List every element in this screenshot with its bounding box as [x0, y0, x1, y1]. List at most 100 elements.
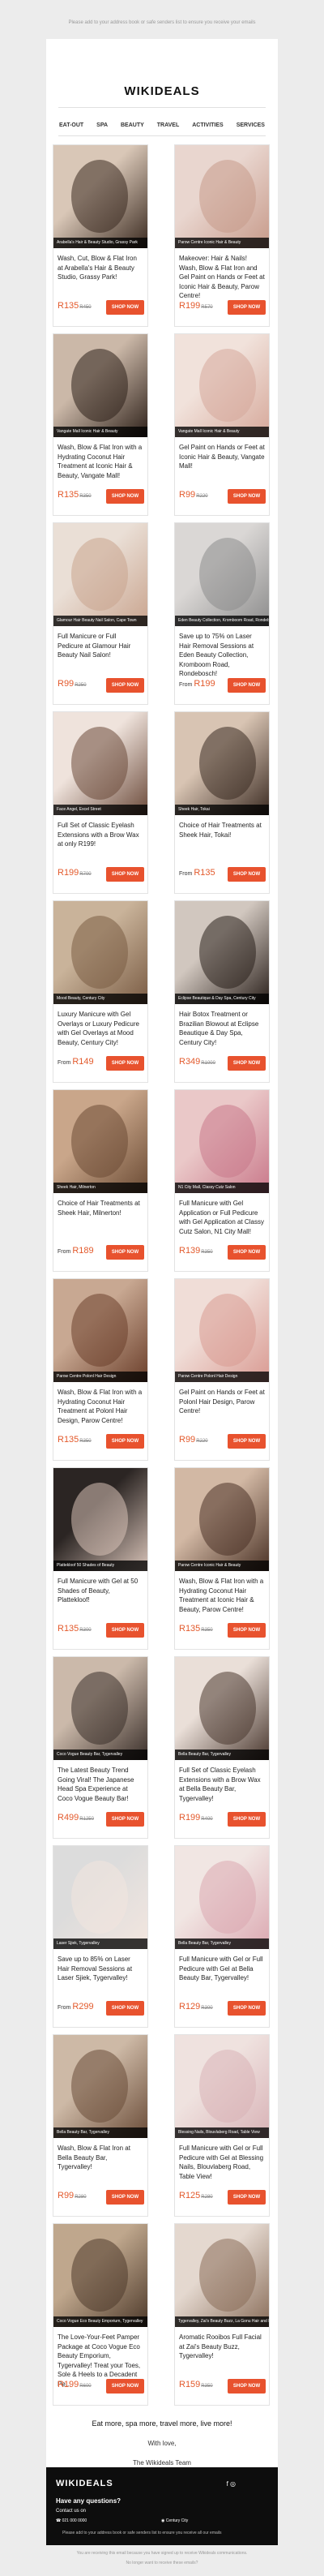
deal-title[interactable]: Wash, Blow & Flat Iron at Bella Beauty B…: [58, 2144, 143, 2172]
deal-card[interactable]: Bella Beauty Bar, Tygervalley Full Manicu…: [174, 1845, 270, 2028]
deal-title[interactable]: Wash, Blow & Flat Iron with a Hydrating …: [179, 1577, 265, 1614]
shop-now-button[interactable]: SHOP NOW: [106, 678, 144, 693]
deal-title[interactable]: The Latest Beauty Trend Going Viral! The…: [58, 1766, 143, 1803]
deal-image[interactable]: Mood Beauty, Century City: [53, 901, 147, 1004]
deal-image[interactable]: N1 City Mall, Classy Cutz Salon: [175, 1090, 269, 1193]
deal-card[interactable]: Vangate Mall Iconic Hair & Beauty Wash, B…: [53, 333, 148, 516]
deal-title[interactable]: Full Manicure with Gel or Full Pedicure …: [179, 2144, 265, 2181]
deal-image[interactable]: Coco Vogue Beauty Bar, Tygervalley: [53, 1657, 147, 1760]
deal-title[interactable]: Wash, Blow & Flat Iron with a Hydrating …: [58, 1388, 143, 1425]
deal-card[interactable]: Parow Centre Iconic Hair & Beauty Wash, B…: [174, 1467, 270, 1650]
nav-travel[interactable]: TRAVEL: [157, 122, 179, 128]
shop-now-button[interactable]: SHOP NOW: [228, 867, 266, 882]
deal-image[interactable]: Plattekloof 50 Shades of Beauty: [53, 1468, 147, 1571]
deal-title[interactable]: Luxury Manicure with Gel Overlays or Lux…: [58, 1010, 143, 1047]
shop-now-button[interactable]: SHOP NOW: [106, 1623, 144, 1638]
deal-card[interactable]: Blessing Nails, Blouvlaberg Road, Table …: [174, 2034, 270, 2217]
shop-now-button[interactable]: SHOP NOW: [228, 678, 266, 693]
deal-card[interactable]: Eclipse Beautique & Day Spa, Century Cit…: [174, 900, 270, 1083]
deal-image[interactable]: Glamour Hair Beauty Nail Salon, Cape Tow…: [53, 523, 147, 626]
shop-now-button[interactable]: SHOP NOW: [228, 2001, 266, 2016]
nav-services[interactable]: SERVICES: [237, 122, 265, 128]
deal-card[interactable]: Parow Centre Polonl Hair Design Gel Paint…: [174, 1278, 270, 1461]
shop-now-button[interactable]: SHOP NOW: [228, 2379, 266, 2394]
deal-card[interactable]: Mood Beauty, Century City Luxury Manicure…: [53, 900, 148, 1083]
deal-title[interactable]: Aromatic Rooibos Full Facial at Zai's Be…: [179, 2333, 265, 2361]
deal-card[interactable]: Vangate Mall Iconic Hair & Beauty Gel Pai…: [174, 333, 270, 516]
deal-image[interactable]: Tygervalley, Zai's Beauty Buzz, La Gonu …: [175, 2224, 269, 2327]
deal-image[interactable]: Eden Beauty Collection, Kromboom Road, R…: [175, 523, 269, 626]
deal-image[interactable]: Parow Centre Polonl Hair Design: [175, 1279, 269, 1382]
deal-image[interactable]: Bella Beauty Bar, Tygervalley: [175, 1846, 269, 1949]
deal-title[interactable]: Full Set of Classic Eyelash Extensions w…: [58, 821, 143, 849]
shop-now-button[interactable]: SHOP NOW: [228, 489, 266, 504]
nav-spa[interactable]: SPA: [96, 122, 108, 128]
deal-image[interactable]: Arabella's Hair & Beauty Studio, Grassy …: [53, 145, 147, 248]
deal-title[interactable]: Full Manicure with Gel Application or Fu…: [179, 1199, 265, 1236]
deal-image[interactable]: Parow Centre Iconic Hair & Beauty: [175, 1468, 269, 1571]
deal-image[interactable]: Blessing Nails, Blouvlaberg Road, Table …: [175, 2035, 269, 2138]
deal-title[interactable]: Gel Paint on Hands or Feet at Polonl Hai…: [179, 1388, 265, 1416]
deal-card[interactable]: Tygervalley, Zai's Beauty Buzz, La Gonu …: [174, 2223, 270, 2406]
deal-title[interactable]: Full Manicure with Gel at 50 Shades of B…: [58, 1577, 143, 1605]
deal-title[interactable]: Full Set of Classic Eyelash Extensions w…: [179, 1766, 265, 1803]
deal-card[interactable]: Coco Vogue Eco Beauty Emporium, Tygerval…: [53, 2223, 148, 2406]
deal-image[interactable]: Parow Centre Polonl Hair Design: [53, 1279, 147, 1382]
deal-card[interactable]: Laser Sjiek, Tygervalley Save up to 85% o…: [53, 1845, 148, 2028]
shop-now-button[interactable]: SHOP NOW: [106, 1812, 144, 1827]
shop-now-button[interactable]: SHOP NOW: [228, 1623, 266, 1638]
deal-title[interactable]: Wash, Cut, Blow & Flat Iron at Arabella'…: [58, 254, 143, 282]
deal-image[interactable]: Bella Beauty Bar, Tygervalley: [175, 1657, 269, 1760]
deal-card[interactable]: Bella Beauty Bar, Tygervalley Wash, Blow …: [53, 2034, 148, 2217]
shop-now-button[interactable]: SHOP NOW: [106, 1434, 144, 1449]
footer-logo[interactable]: WIKIDEALS: [56, 2479, 113, 2488]
shop-now-button[interactable]: SHOP NOW: [106, 300, 144, 315]
deal-card[interactable]: N1 City Mall, Classy Cutz Salon Full Mani…: [174, 1089, 270, 1272]
deal-card[interactable]: Glamour Hair Beauty Nail Salon, Cape Tow…: [53, 522, 148, 705]
phone-number[interactable]: ☎ 021 000 0000: [56, 2518, 87, 2523]
shop-now-button[interactable]: SHOP NOW: [106, 1056, 144, 1071]
nav-eat-out[interactable]: EAT-OUT: [59, 122, 83, 128]
nav-beauty[interactable]: BEAUTY: [121, 122, 144, 128]
wikideals-logo[interactable]: WIKIDEALS: [46, 84, 278, 98]
deal-card[interactable]: Sheek Hair, Milnerton Choice of Hair Trea…: [53, 1089, 148, 1272]
deal-title[interactable]: Choice of Hair Treatments at Sheek Hair,…: [179, 821, 265, 839]
deal-title[interactable]: Full Manicure with Gel or Full Pedicure …: [179, 1955, 265, 1983]
deal-card[interactable]: Eden Beauty Collection, Kromboom Road, R…: [174, 522, 270, 705]
deal-title[interactable]: Wash, Blow & Flat Iron with a Hydrating …: [58, 443, 143, 480]
deal-card[interactable]: Parow Centre Iconic Hair & Beauty Makeove…: [174, 144, 270, 327]
deal-image[interactable]: Face Angel, Excel Street: [53, 712, 147, 815]
deal-image[interactable]: Coco Vogue Eco Beauty Emporium, Tygerval…: [53, 2224, 147, 2327]
deal-card[interactable]: Coco Vogue Beauty Bar, Tygervalley The La…: [53, 1656, 148, 1839]
shop-now-button[interactable]: SHOP NOW: [228, 1812, 266, 1827]
deal-card[interactable]: Arabella's Hair & Beauty Studio, Grassy …: [53, 144, 148, 327]
shop-now-button[interactable]: SHOP NOW: [106, 489, 144, 504]
deal-card[interactable]: Parow Centre Polonl Hair Design Wash, Blo…: [53, 1278, 148, 1461]
shop-now-button[interactable]: SHOP NOW: [228, 1434, 266, 1449]
deal-card[interactable]: Face Angel, Excel Street Full Set of Clas…: [53, 711, 148, 894]
deal-title[interactable]: Choice of Hair Treatments at Sheek Hair,…: [58, 1199, 143, 1217]
deal-title[interactable]: Gel Paint on Hands or Feet at Iconic Hai…: [179, 443, 265, 471]
shop-now-button[interactable]: SHOP NOW: [106, 2001, 144, 2016]
deal-image[interactable]: Laser Sjiek, Tygervalley: [53, 1846, 147, 1949]
deal-image[interactable]: Sheek Hair, Milnerton: [53, 1090, 147, 1193]
deal-image[interactable]: Bella Beauty Bar, Tygervalley: [53, 2035, 147, 2138]
deal-title[interactable]: Save up to 75% on Laser Hair Removal Ses…: [179, 632, 265, 679]
unsubscribe-link[interactable]: No longer want to receive these emails?: [0, 2561, 324, 2565]
deal-title[interactable]: Full Manicure or Full Pedicure at Glamou…: [58, 632, 143, 660]
deal-title[interactable]: Makeover: Hair & Nails! Wash, Blow & Fla…: [179, 254, 265, 301]
social-icons[interactable]: f ◎: [227, 2480, 236, 2488]
deal-image[interactable]: Eclipse Beautique & Day Spa, Century Cit…: [175, 901, 269, 1004]
deal-title[interactable]: Hair Botox Treatment or Brazilian Blowou…: [179, 1010, 265, 1047]
nav-activities[interactable]: ACTIVITIES: [192, 122, 224, 128]
shop-now-button[interactable]: SHOP NOW: [106, 2190, 144, 2205]
shop-now-button[interactable]: SHOP NOW: [228, 300, 266, 315]
shop-now-button[interactable]: SHOP NOW: [228, 2190, 266, 2205]
shop-now-button[interactable]: SHOP NOW: [106, 867, 144, 882]
shop-now-button[interactable]: SHOP NOW: [228, 1245, 266, 1260]
deal-card[interactable]: Bella Beauty Bar, Tygervalley Full Set of…: [174, 1656, 270, 1839]
deal-card[interactable]: Sheek Hair, Tokai Choice of Hair Treatmen…: [174, 711, 270, 894]
deal-title[interactable]: Save up to 85% on Laser Hair Removal Ses…: [58, 1955, 143, 1983]
shop-now-button[interactable]: SHOP NOW: [106, 1245, 144, 1260]
deal-card[interactable]: Plattekloof 50 Shades of Beauty Full Mani…: [53, 1467, 148, 1650]
